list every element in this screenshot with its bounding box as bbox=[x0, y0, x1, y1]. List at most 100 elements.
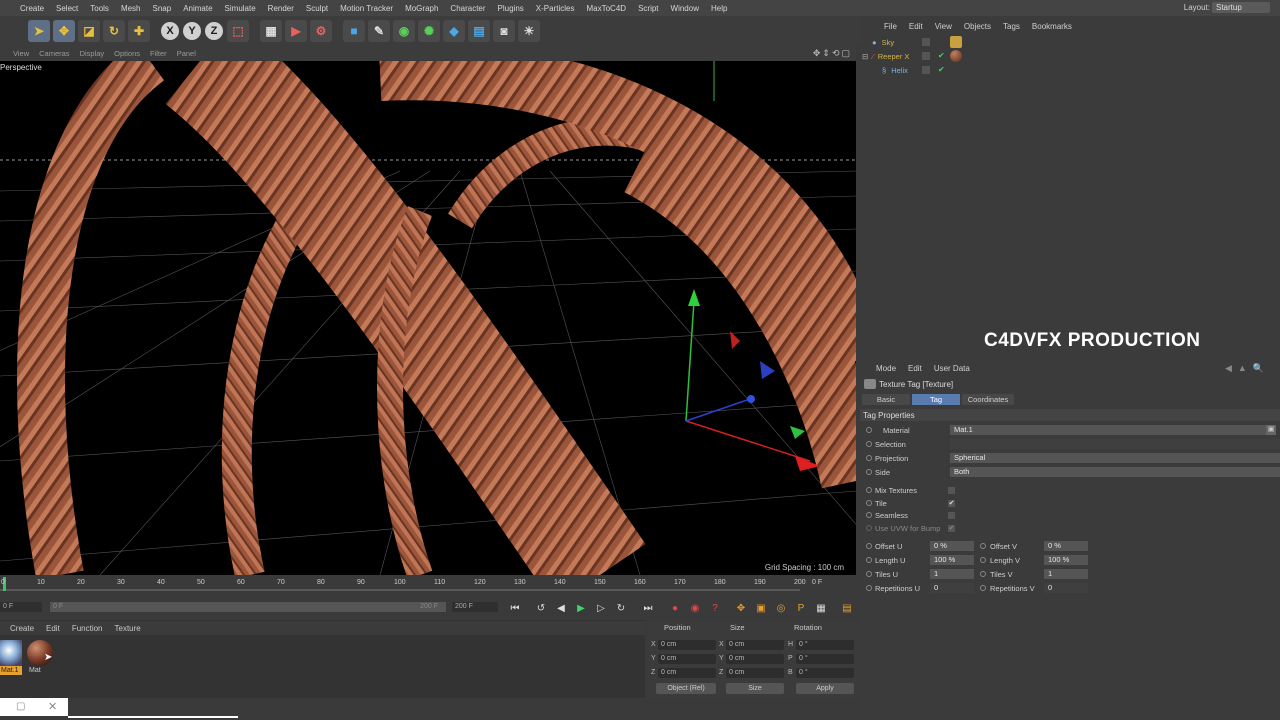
next-key-icon[interactable]: ↻ bbox=[613, 600, 629, 616]
vp-menu-view[interactable]: View bbox=[8, 49, 34, 58]
offset-u-anim-dot[interactable] bbox=[866, 543, 872, 549]
attr-menu-edit[interactable]: Edit bbox=[902, 364, 928, 373]
coord-mode-select[interactable]: Object (Rel) bbox=[656, 683, 716, 694]
end-frame-field[interactable]: 200 F bbox=[452, 602, 498, 612]
menu-character[interactable]: Character bbox=[444, 4, 491, 13]
keyframe-selection-icon[interactable]: ? bbox=[707, 600, 723, 616]
key-position-icon[interactable]: ✥ bbox=[733, 600, 749, 616]
object-row-helix[interactable]: § Helix bbox=[862, 64, 962, 77]
menu-select[interactable]: Select bbox=[50, 4, 84, 13]
sky-tag-icon[interactable] bbox=[950, 36, 962, 48]
menu-simulate[interactable]: Simulate bbox=[219, 4, 262, 13]
obj-menu-view[interactable]: View bbox=[929, 22, 958, 31]
camera-icon[interactable]: ◙ bbox=[493, 20, 515, 42]
helix-enabled-check-icon[interactable]: ✔ bbox=[938, 65, 945, 74]
rot-p-field[interactable]: 0 ° bbox=[796, 654, 854, 664]
live-selection-icon[interactable]: ➤ bbox=[28, 20, 50, 42]
length-v-anim-dot[interactable] bbox=[980, 557, 986, 563]
reeper-visibility-icon[interactable] bbox=[922, 52, 930, 60]
menu-maxtoc4d[interactable]: MaxToC4D bbox=[580, 4, 632, 13]
mix-textures-checkbox[interactable] bbox=[948, 487, 955, 494]
layout-select[interactable]: Startup bbox=[1212, 2, 1270, 13]
spline-pen-icon[interactable]: ✎ bbox=[368, 20, 390, 42]
next-frame-icon[interactable]: ▷ bbox=[593, 600, 609, 616]
nurbs-generator-icon[interactable]: ◉ bbox=[393, 20, 415, 42]
selection-field[interactable] bbox=[950, 439, 1280, 449]
record-keys-icon[interactable]: ● bbox=[667, 600, 683, 616]
prev-key-icon[interactable]: ↺ bbox=[533, 600, 549, 616]
pos-z-field[interactable]: 0 cm bbox=[658, 668, 716, 678]
cube-primitive-icon[interactable]: ■ bbox=[343, 20, 365, 42]
light-icon[interactable]: ☀ bbox=[518, 20, 540, 42]
selection-anim-dot[interactable] bbox=[866, 441, 872, 447]
viewport-nav-icon[interactable]: ✥⇕⟲▢ bbox=[813, 48, 852, 59]
x-axis-lock-icon[interactable]: X bbox=[161, 22, 179, 40]
pos-x-field[interactable]: 0 cm bbox=[658, 640, 716, 650]
mat-menu-create[interactable]: Create bbox=[4, 624, 40, 633]
offset-v-anim-dot[interactable] bbox=[980, 543, 986, 549]
helix-visibility-icon[interactable] bbox=[922, 66, 930, 74]
tab-tag[interactable]: Tag bbox=[912, 394, 960, 405]
vp-menu-display[interactable]: Display bbox=[75, 49, 110, 58]
rot-b-field[interactable]: 0 ° bbox=[796, 668, 854, 678]
goto-end-icon[interactable]: ⏭ bbox=[640, 600, 656, 616]
vp-menu-cameras[interactable]: Cameras bbox=[34, 49, 74, 58]
tab-coordinates[interactable]: Coordinates bbox=[962, 394, 1014, 405]
menu-animate[interactable]: Animate bbox=[177, 4, 218, 13]
start-frame-field[interactable]: 0 F bbox=[0, 602, 42, 612]
length-u-anim-dot[interactable] bbox=[866, 557, 872, 563]
menu-tools[interactable]: Tools bbox=[84, 4, 115, 13]
obj-menu-bookmarks[interactable]: Bookmarks bbox=[1026, 22, 1078, 31]
tile-anim-dot[interactable] bbox=[866, 500, 872, 506]
side-anim-dot[interactable] bbox=[866, 469, 872, 475]
repetitions-u-anim-dot[interactable] bbox=[866, 585, 872, 591]
expand-icon[interactable]: ⊟ bbox=[862, 52, 868, 61]
frame-range-slider[interactable]: 0 F 200 F bbox=[50, 602, 446, 612]
object-row-sky[interactable]: ● Sky bbox=[862, 36, 962, 49]
array-generator-icon[interactable]: ✺ bbox=[418, 20, 440, 42]
length-u-field[interactable]: 100 % bbox=[930, 555, 974, 565]
scale-tool-icon[interactable]: ◪ bbox=[78, 20, 100, 42]
key-pla-icon[interactable]: ▦ bbox=[813, 600, 829, 616]
autokey-icon[interactable]: ◉ bbox=[687, 600, 703, 616]
3d-viewport[interactable]: Perspective Grid Spacing : 100 cm bbox=[0, 61, 856, 575]
seamless-anim-dot[interactable] bbox=[866, 512, 872, 518]
move-tool-icon[interactable]: ✥ bbox=[53, 20, 75, 42]
menu-help[interactable]: Help bbox=[705, 4, 733, 13]
mat-menu-function[interactable]: Function bbox=[66, 624, 109, 633]
material-field[interactable]: Mat.1 bbox=[950, 425, 1266, 435]
z-axis-lock-icon[interactable]: Z bbox=[205, 22, 223, 40]
offset-u-field[interactable]: 0 % bbox=[930, 541, 974, 551]
obj-menu-tags[interactable]: Tags bbox=[997, 22, 1026, 31]
y-axis-lock-icon[interactable]: Y bbox=[183, 22, 201, 40]
prev-frame-icon[interactable]: ◀ bbox=[553, 600, 569, 616]
mat-menu-texture[interactable]: Texture bbox=[109, 624, 147, 633]
menu-create[interactable]: Create bbox=[14, 4, 50, 13]
vp-menu-options[interactable]: Options bbox=[109, 49, 145, 58]
obj-menu-objects[interactable]: Objects bbox=[958, 22, 997, 31]
render-picture-viewer-icon[interactable]: ▶ bbox=[285, 20, 307, 42]
vp-menu-panel[interactable]: Panel bbox=[172, 49, 201, 58]
timeline-ruler[interactable]: 0 10 20 30 40 50 60 70 80 90 100 110 120… bbox=[0, 577, 856, 591]
projection-anim-dot[interactable] bbox=[866, 455, 872, 461]
pos-y-field[interactable]: 0 cm bbox=[658, 654, 716, 664]
menu-mesh[interactable]: Mesh bbox=[115, 4, 147, 13]
offset-v-field[interactable]: 0 % bbox=[1044, 541, 1088, 551]
menu-render[interactable]: Render bbox=[262, 4, 300, 13]
coordinate-system-icon[interactable]: ⬚ bbox=[227, 20, 249, 42]
close-window-icon[interactable]: ✕ bbox=[48, 700, 57, 713]
size-z-field[interactable]: 0 cm bbox=[726, 668, 784, 678]
object-row-reeper[interactable]: ⊟ ⁄ Reeper X bbox=[862, 50, 962, 63]
obj-menu-file[interactable]: File bbox=[878, 22, 903, 31]
play-icon[interactable]: ▶ bbox=[573, 600, 589, 616]
coord-size-select[interactable]: Size bbox=[726, 683, 784, 694]
tiles-v-anim-dot[interactable] bbox=[980, 571, 986, 577]
deformer-icon[interactable]: ◆ bbox=[443, 20, 465, 42]
sky-visibility-icon[interactable] bbox=[922, 38, 930, 46]
material-anim-dot[interactable] bbox=[866, 427, 872, 433]
side-select[interactable]: Both bbox=[950, 467, 1280, 477]
tiles-u-anim-dot[interactable] bbox=[866, 571, 872, 577]
attr-menu-mode[interactable]: Mode bbox=[870, 364, 902, 373]
tile-checkbox[interactable]: ✔ bbox=[948, 500, 955, 507]
rot-h-field[interactable]: 0 ° bbox=[796, 640, 854, 650]
